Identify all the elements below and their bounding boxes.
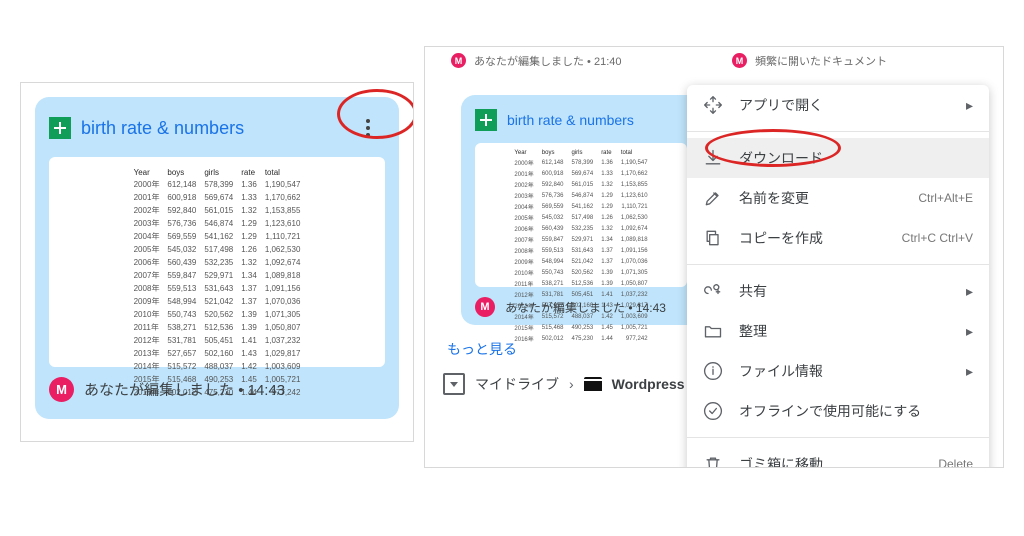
menu-item-label: ファイル情報 (739, 361, 950, 381)
info-icon (703, 361, 723, 381)
menu-item-label: 共有 (739, 281, 950, 301)
file-card[interactable]: birth rate & numbers Yearboysgirlsrateto… (35, 97, 399, 419)
menu-item-shortcut: Ctrl+Alt+E (918, 191, 973, 205)
folder-icon (584, 377, 602, 391)
edited-time: 14:43 (636, 301, 666, 315)
file-title: birth rate & numbers (81, 118, 341, 139)
menu-item-label: ダウンロード (739, 148, 973, 168)
offline-icon (703, 401, 723, 421)
menu-item-label: コピーを作成 (739, 228, 886, 248)
breadcrumb-root[interactable]: マイドライブ (475, 374, 559, 394)
menu-item-share[interactable]: 共有 ▸ (687, 271, 989, 311)
edited-text: あなたが編集しました (84, 382, 234, 399)
trash-icon (703, 454, 723, 468)
chevron-right-icon: ▸ (966, 363, 973, 380)
left-panel: birth rate & numbers Yearboysgirlsrateto… (20, 82, 414, 442)
edited-text: あなたが編集しました (505, 301, 625, 315)
file-preview: Yearboysgirlsratetotal2000年612,148578,39… (475, 143, 687, 287)
breadcrumb-folder[interactable]: Wordpress (612, 376, 685, 392)
last-edited-row: M あなたが編集しました • 14:43 (475, 297, 687, 317)
edited-time: 14:43 (248, 382, 286, 399)
file-preview: Yearboysgirlsratetotal2000年612,148578,39… (49, 157, 385, 367)
context-menu: アプリで開く ▸ ダウンロード名前を変更 Ctrl+Alt+E コピーを作成 Ctrl+C… (687, 85, 989, 468)
chevron-right-icon: ▸ (966, 283, 973, 300)
google-sheets-icon (475, 109, 497, 131)
more-options-button[interactable] (351, 111, 385, 145)
chevron-right-icon: ▸ (966, 97, 973, 114)
menu-item-label: アプリで開く (739, 95, 950, 115)
folder-icon (703, 321, 723, 341)
file-title: birth rate & numbers (507, 112, 687, 128)
menu-item-organize[interactable]: 整理 ▸ (687, 311, 989, 351)
avatar: M (475, 297, 495, 317)
share-icon (703, 281, 723, 301)
menu-item-label: ゴミ箱に移動 (739, 454, 922, 468)
file-card[interactable]: birth rate & numbers Yearboysgirlsrateto… (461, 95, 701, 325)
menu-item-copy[interactable]: コピーを作成 Ctrl+C Ctrl+V (687, 218, 989, 258)
right-panel: M あなたが編集しました • 21:40 M 頻繁に開いたドキュメント birt… (424, 46, 1004, 468)
chevron-right-icon: › (569, 376, 574, 392)
menu-item-shortcut: Ctrl+C Ctrl+V (902, 231, 973, 245)
previous-row-cards: M あなたが編集しました • 21:40 M 頻繁に開いたドキュメント (425, 47, 1003, 81)
avatar: M (49, 377, 74, 402)
menu-item-offline[interactable]: オフラインで使用可能にする (687, 391, 989, 431)
menu-item-download[interactable]: ダウンロード (687, 138, 989, 178)
ghost-card-2: M 頻繁に開いたドキュメント (724, 53, 985, 81)
menu-item-info[interactable]: ファイル情報 ▸ (687, 351, 989, 391)
download-icon (703, 148, 723, 168)
google-sheets-icon (49, 117, 71, 139)
menu-item-label: 名前を変更 (739, 188, 902, 208)
rename-icon (703, 188, 723, 208)
menu-item-shortcut: Delete (938, 457, 973, 468)
ghost-card-1: M あなたが編集しました • 21:40 (443, 53, 704, 81)
chevron-right-icon: ▸ (966, 323, 973, 340)
open-icon (703, 95, 723, 115)
menu-item-label: 整理 (739, 321, 950, 341)
my-drive-icon (443, 373, 465, 395)
menu-item-open-with[interactable]: アプリで開く ▸ (687, 85, 989, 125)
copy-icon (703, 228, 723, 248)
menu-item-label: オフラインで使用可能にする (739, 401, 973, 421)
menu-item-trash[interactable]: ゴミ箱に移動 Delete (687, 444, 989, 468)
menu-item-rename[interactable]: 名前を変更 Ctrl+Alt+E (687, 178, 989, 218)
last-edited-row: M あなたが編集しました • 14:43 (49, 377, 385, 402)
